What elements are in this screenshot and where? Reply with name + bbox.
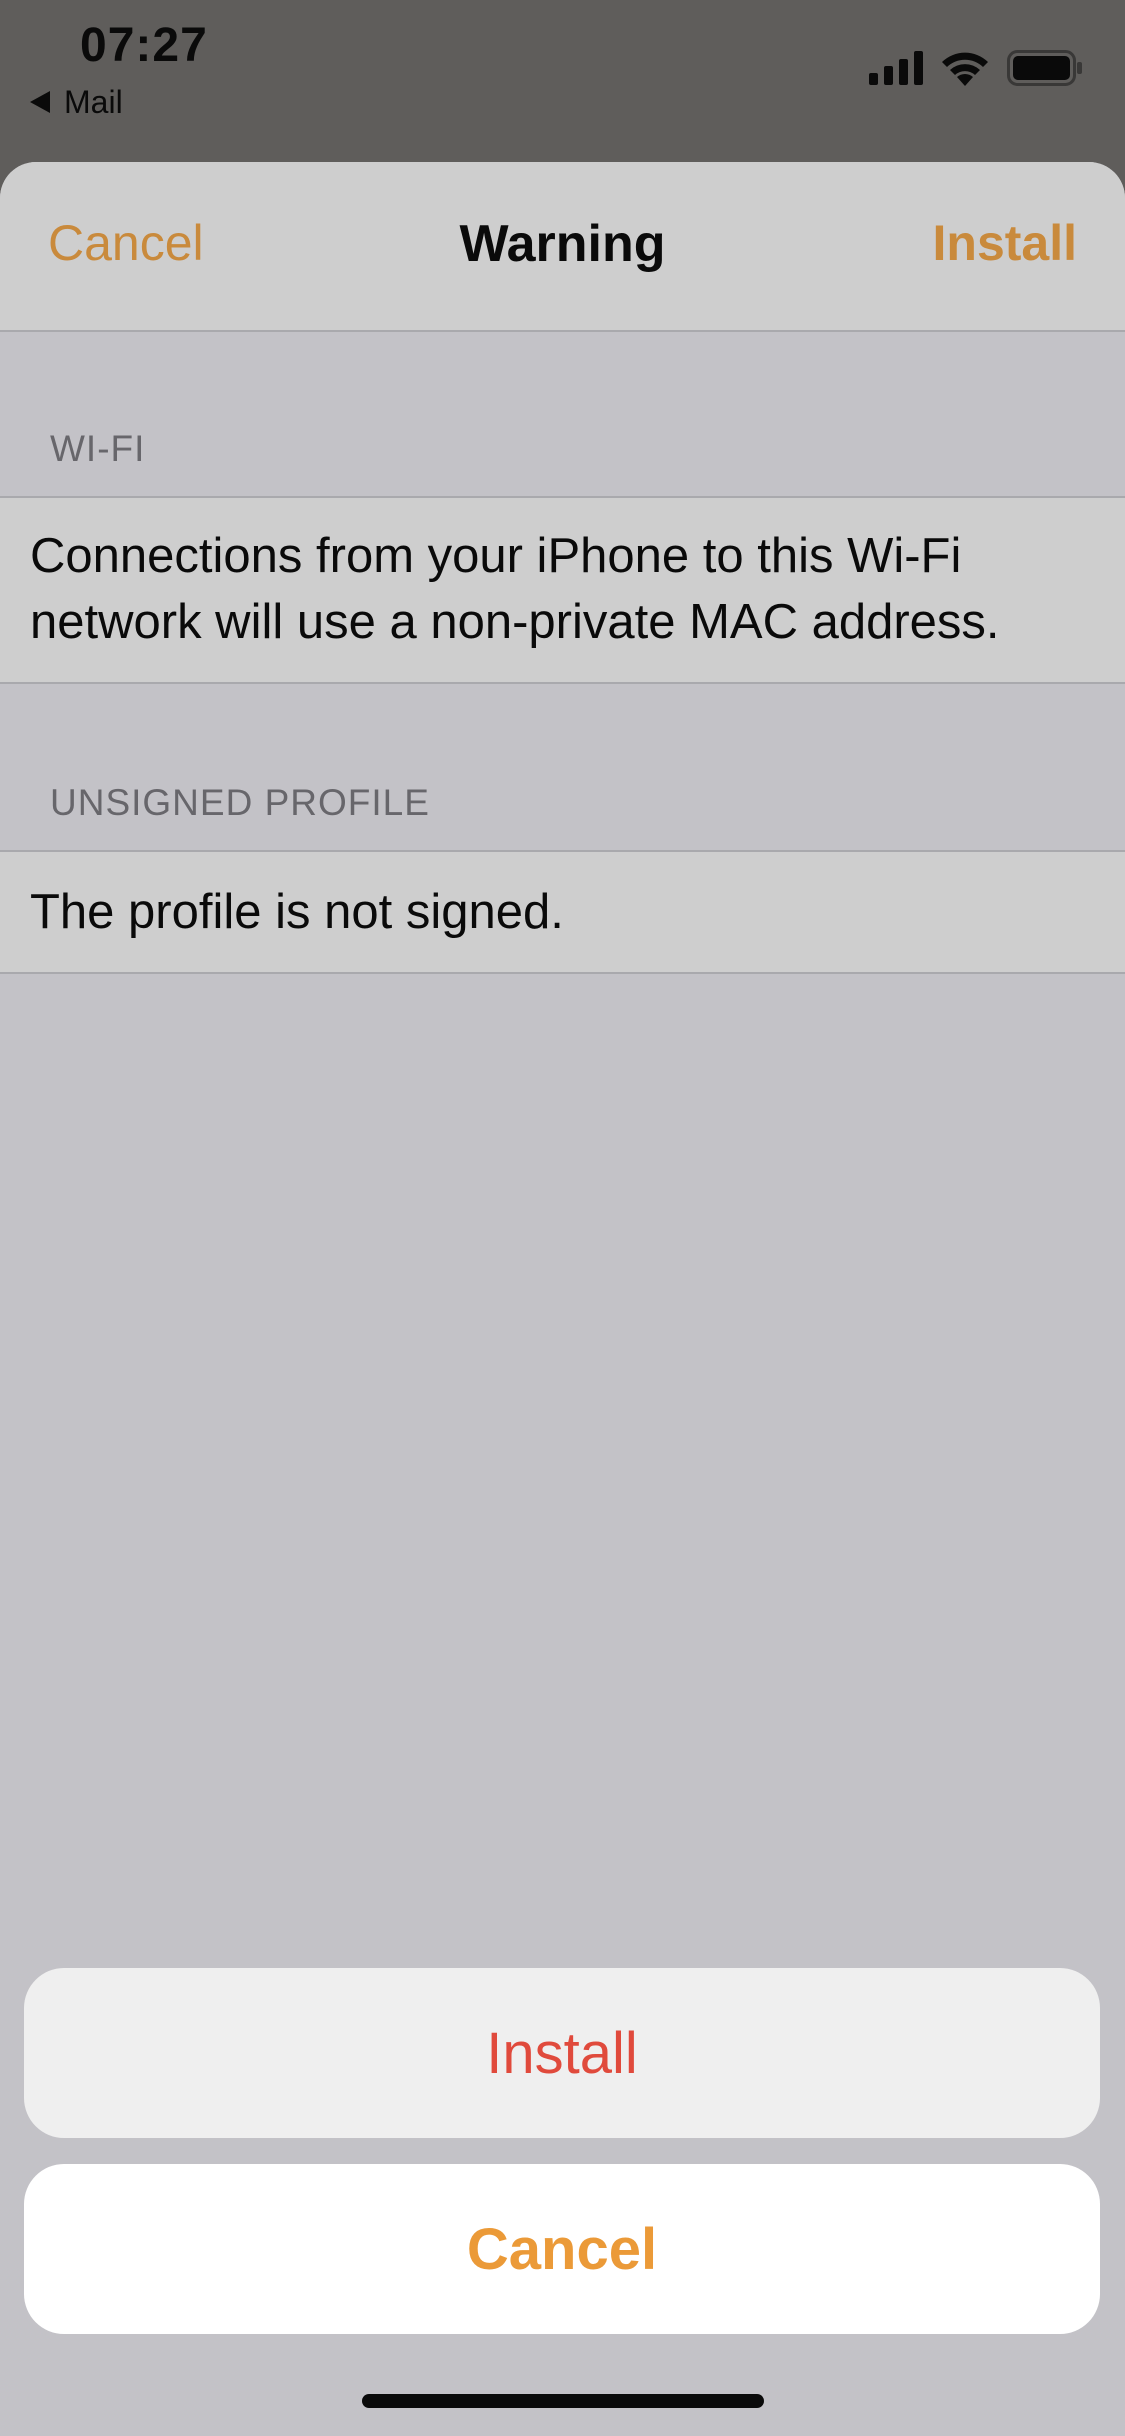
unsigned-profile-text: The profile is not signed. <box>30 885 564 939</box>
wifi-warning-text: Connections from your iPhone to this Wi-… <box>30 529 1000 649</box>
navigation-bar: Cancel Warning Install <box>0 162 1125 332</box>
wifi-warning-cell: Connections from your iPhone to this Wi-… <box>0 496 1125 684</box>
back-arrow-icon <box>30 91 50 113</box>
unsigned-profile-cell: The profile is not signed. <box>0 850 1125 974</box>
status-icons <box>869 50 1083 86</box>
battery-icon <box>1007 50 1082 86</box>
wifi-icon <box>942 52 988 86</box>
back-app-label: Mail <box>64 83 123 120</box>
home-indicator[interactable] <box>362 2394 764 2408</box>
status-bar: 07:27 Mail <box>0 0 1125 162</box>
nav-cancel-button[interactable]: Cancel <box>48 214 204 272</box>
section-header-unsigned-profile: UNSIGNED PROFILE <box>50 782 430 823</box>
status-time: 07:27 <box>80 19 208 72</box>
action-install-button[interactable]: Install <box>24 1968 1100 2138</box>
action-cancel-button[interactable]: Cancel <box>24 2164 1100 2334</box>
nav-install-button[interactable]: Install <box>933 214 1077 272</box>
cellular-signal-icon <box>869 51 923 85</box>
section-header-wifi: WI-FI <box>50 428 146 469</box>
back-to-app-link[interactable]: Mail <box>30 82 123 122</box>
